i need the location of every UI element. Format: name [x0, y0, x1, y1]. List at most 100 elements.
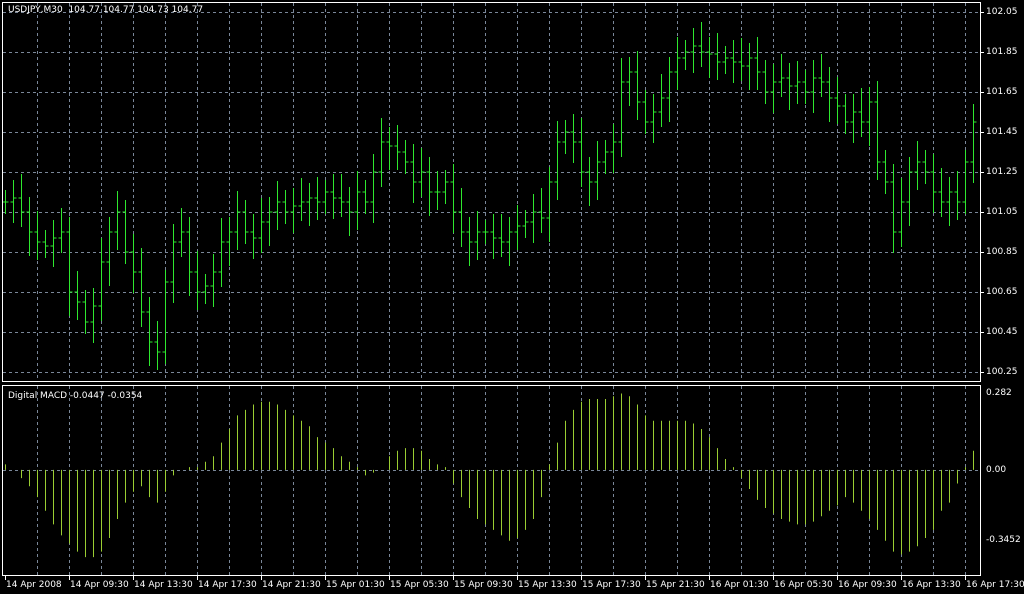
- price-bar: [586, 157, 593, 206]
- price-bar: [706, 37, 713, 78]
- chart-symbol-header: USDJPY,M30 104.77 104.77 104.73 104.77: [8, 5, 203, 15]
- price-label: 102.05: [986, 7, 1018, 17]
- price-bar: [618, 58, 625, 157]
- price-bar: [90, 288, 97, 343]
- close-value: 104.77: [171, 5, 204, 15]
- price-bar: [906, 157, 913, 226]
- price-bar: [106, 217, 113, 286]
- price-bar: [66, 217, 73, 316]
- price-bar: [826, 67, 833, 122]
- chart-canvas[interactable]: [0, 0, 1024, 594]
- price-bar: [42, 230, 49, 258]
- price-bar: [962, 150, 969, 214]
- time-label: 16 Apr 13:30: [902, 580, 961, 590]
- price-bar: [818, 54, 825, 97]
- price-bar: [442, 170, 449, 204]
- price-bar: [402, 140, 409, 174]
- price-bar: [802, 70, 809, 104]
- time-label: 15 Apr 21:30: [646, 580, 705, 590]
- price-bar: [362, 180, 369, 214]
- price-bar: [162, 270, 169, 364]
- price-bar: [698, 22, 705, 67]
- price-bar: [938, 168, 945, 217]
- price-bar: [738, 38, 745, 81]
- price-bar: [530, 194, 537, 243]
- price-bar: [202, 274, 209, 304]
- price-bar: [770, 64, 777, 113]
- symbol-label: USDJPY,M30: [8, 5, 63, 15]
- time-label: 15 Apr 01:30: [326, 580, 385, 590]
- time-label: 15 Apr 13:30: [518, 580, 577, 590]
- price-label: 101.25: [986, 167, 1018, 177]
- price-bar: [194, 251, 201, 310]
- macd-histogram: [5, 393, 974, 558]
- time-label: 15 Apr 05:30: [390, 580, 449, 590]
- price-bar: [82, 290, 89, 334]
- price-bar: [354, 171, 361, 230]
- indicator-value-1: -0.0447: [69, 391, 105, 401]
- price-bar: [298, 178, 305, 221]
- price-bar: [690, 28, 697, 73]
- time-label: 14 Apr 2008: [6, 580, 62, 590]
- price-bar: [594, 141, 601, 200]
- price-bar: [498, 214, 505, 257]
- price-bar: [914, 141, 921, 190]
- price-bar: [186, 217, 193, 296]
- time-label: 16 Apr 09:30: [838, 580, 897, 590]
- time-label: 16 Apr 17:30: [966, 580, 1024, 590]
- time-label: 14 Apr 09:30: [70, 580, 129, 590]
- price-label: 101.05: [986, 207, 1018, 217]
- price-label: 101.45: [986, 127, 1018, 137]
- price-bar: [786, 63, 793, 110]
- price-bar: [730, 40, 737, 83]
- price-bar: [482, 220, 489, 244]
- price-bar: [450, 164, 457, 233]
- price-bar: [234, 191, 241, 250]
- time-label: 14 Apr 17:30: [198, 580, 257, 590]
- time-label: 14 Apr 13:30: [134, 580, 193, 590]
- price-label: 100.85: [986, 247, 1018, 257]
- price-bar: [762, 60, 769, 104]
- price-bars: [2, 22, 977, 370]
- price-label: 100.65: [986, 287, 1018, 297]
- price-bar: [178, 208, 185, 257]
- price-bar: [754, 37, 761, 90]
- price-bar: [114, 191, 121, 250]
- price-bar: [650, 94, 657, 143]
- price-bar: [50, 220, 57, 267]
- price-bar: [642, 90, 649, 134]
- price-bar: [946, 177, 953, 226]
- price-bar: [890, 164, 897, 253]
- indicator-value-2: -0.0354: [107, 391, 143, 401]
- price-bar: [2, 190, 9, 214]
- price-bar: [626, 57, 633, 106]
- price-bar: [466, 217, 473, 266]
- price-bar: [634, 51, 641, 120]
- price-bar: [98, 238, 105, 321]
- price-bar: [386, 127, 393, 170]
- price-bar: [154, 321, 161, 370]
- price-bar: [794, 61, 801, 104]
- price-bar: [538, 188, 545, 233]
- price-label: 101.65: [986, 87, 1018, 97]
- price-bar: [258, 198, 265, 253]
- indicator-zero-label: 0.00: [986, 465, 1007, 475]
- price-bar: [266, 197, 273, 246]
- price-bar: [922, 150, 929, 184]
- price-bar: [970, 104, 977, 183]
- price-label: 100.45: [986, 327, 1018, 337]
- price-bar: [210, 254, 217, 307]
- price-bar: [874, 81, 881, 180]
- price-label: 100.25: [986, 367, 1018, 377]
- price-bar: [434, 171, 441, 210]
- price-bar: [930, 154, 937, 213]
- price-bar: [322, 180, 329, 214]
- price-bar: [338, 174, 345, 217]
- price-bar: [514, 205, 521, 250]
- price-bar: [722, 46, 729, 74]
- time-label: 16 Apr 05:30: [774, 580, 833, 590]
- price-bar: [810, 60, 817, 113]
- time-label: 15 Apr 17:30: [582, 580, 641, 590]
- price-bar: [674, 37, 681, 90]
- price-bar: [122, 200, 129, 264]
